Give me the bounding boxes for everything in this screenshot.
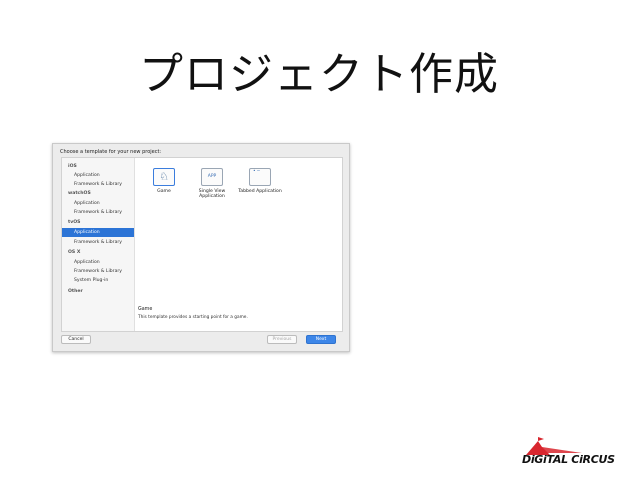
new-project-dialog: Choose a template for your new project: …: [52, 143, 350, 352]
template-grid: ♘ Game APP Single View Application • ─ T…: [142, 168, 342, 228]
sidebar-group-osx[interactable]: OS X: [62, 248, 140, 257]
app-icon: APP: [201, 168, 223, 186]
sidebar-group-watchos[interactable]: watchOS: [62, 189, 140, 198]
tabbed-app-icon: • ─: [249, 168, 271, 186]
sidebar-item-watchos-application[interactable]: Application: [62, 199, 134, 208]
sidebar-item-watchos-framework[interactable]: Framework & Library: [62, 208, 134, 217]
sidebar-item-osx-application[interactable]: Application: [62, 258, 134, 267]
sidebar-group-tvos[interactable]: tvOS: [62, 218, 140, 227]
dialog-header: Choose a template for your new project:: [60, 149, 162, 155]
platform-sidebar: iOS Application Framework & Library watc…: [62, 158, 135, 331]
sidebar-group-ios[interactable]: iOS: [62, 162, 140, 171]
logo-text: DiGiTAL CiRCUS: [522, 453, 615, 466]
template-panel: iOS Application Framework & Library watc…: [61, 157, 343, 332]
sidebar-item-osx-framework[interactable]: Framework & Library: [62, 267, 134, 276]
sidebar-item-tvos-application[interactable]: Application: [62, 228, 134, 237]
template-label: Single View Application: [198, 189, 226, 199]
template-tabbed-application[interactable]: • ─ Tabbed Application: [238, 168, 282, 194]
template-description-text: This template provides a starting point …: [138, 315, 248, 320]
template-label: Tabbed Application: [238, 189, 282, 194]
digital-circus-logo: DiGiTAL CiRCUS: [522, 437, 626, 469]
sidebar-item-ios-framework[interactable]: Framework & Library: [62, 180, 134, 189]
template-game[interactable]: ♘ Game: [142, 168, 186, 194]
template-label: Game: [157, 189, 171, 194]
sidebar-item-tvos-framework[interactable]: Framework & Library: [62, 238, 134, 247]
sidebar-item-ios-application[interactable]: Application: [62, 171, 134, 180]
sidebar-group-other[interactable]: Other: [62, 287, 140, 296]
slide-title: プロジェクト作成: [139, 49, 499, 100]
cancel-button[interactable]: Cancel: [61, 335, 91, 344]
template-description-title: Game: [138, 307, 153, 312]
game-icon: ♘: [153, 168, 175, 186]
next-button[interactable]: Next: [306, 335, 336, 344]
sidebar-item-osx-system-plugin[interactable]: System Plug-in: [62, 276, 134, 285]
template-single-view-application[interactable]: APP Single View Application: [190, 168, 234, 199]
previous-button[interactable]: Previous: [267, 335, 297, 344]
